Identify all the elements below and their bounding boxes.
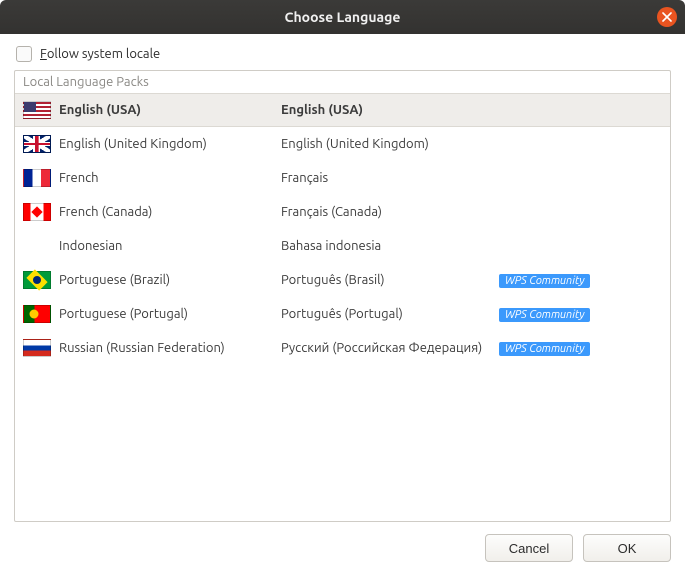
language-native-name: English (United Kingdom) [281, 137, 491, 151]
community-badge: WPS Community [499, 342, 590, 356]
cancel-button[interactable]: Cancel [485, 534, 573, 562]
language-native-name: Português (Brasil) [281, 273, 491, 287]
language-name: English (USA) [59, 103, 273, 117]
community-badge: WPS Community [499, 274, 590, 288]
language-native-name: Português (Portugal) [281, 307, 491, 321]
flag-icon [23, 305, 51, 323]
language-native-name: English (USA) [281, 103, 491, 117]
language-row[interactable]: Indonesian Bahasa indonesia [15, 229, 670, 263]
follow-system-locale-label: Follow system locale [40, 47, 160, 61]
language-name: Indonesian [59, 239, 273, 253]
ok-button[interactable]: OK [583, 534, 671, 562]
flag-icon [23, 169, 51, 187]
button-bar: Cancel OK [0, 522, 685, 574]
language-row[interactable]: English (United Kingdom) English (United … [15, 127, 670, 161]
flag-placeholder [23, 237, 51, 255]
follow-system-locale-row: Follow system locale [14, 42, 671, 70]
close-icon [662, 12, 672, 22]
language-native-name: Bahasa indonesia [281, 239, 491, 253]
flag-icon [23, 203, 51, 221]
badge-column: WPS Community [499, 341, 662, 356]
language-native-name: Русский (Российская Федерация) [281, 341, 491, 355]
language-native-name: Français (Canada) [281, 205, 491, 219]
flag-icon [23, 101, 51, 119]
language-listbox: Local Language Packs English (USA)Englis… [14, 70, 671, 522]
language-name: Russian (Russian Federation) [59, 341, 273, 355]
badge-column: WPS Community [499, 273, 662, 288]
language-row[interactable]: Portuguese (Portugal) Português (Portugal… [15, 297, 670, 331]
language-list-header: Local Language Packs [15, 71, 670, 93]
language-row[interactable]: Portuguese (Brazil) Português (Brasil) WPS… [15, 263, 670, 297]
language-name: French [59, 171, 273, 185]
language-row[interactable]: French (Canada) Français (Canada) [15, 195, 670, 229]
language-native-name: Français [281, 171, 491, 185]
language-row[interactable]: Russian (Russian Federation) Русский (Рос… [15, 331, 670, 365]
titlebar: Choose Language [0, 0, 685, 34]
language-name: French (Canada) [59, 205, 273, 219]
language-name: Portuguese (Portugal) [59, 307, 273, 321]
language-name: English (United Kingdom) [59, 137, 273, 151]
community-badge: WPS Community [499, 308, 590, 322]
close-button[interactable] [657, 7, 677, 27]
flag-icon [23, 339, 51, 357]
language-row[interactable]: English (USA) English (USA) [15, 93, 670, 127]
flag-icon [23, 271, 51, 289]
badge-column: WPS Community [499, 307, 662, 322]
window-title: Choose Language [285, 9, 401, 25]
language-name: Portuguese (Brazil) [59, 273, 273, 287]
follow-system-locale-checkbox[interactable] [16, 46, 32, 62]
flag-icon [23, 135, 51, 153]
language-row[interactable]: French Français [15, 161, 670, 195]
